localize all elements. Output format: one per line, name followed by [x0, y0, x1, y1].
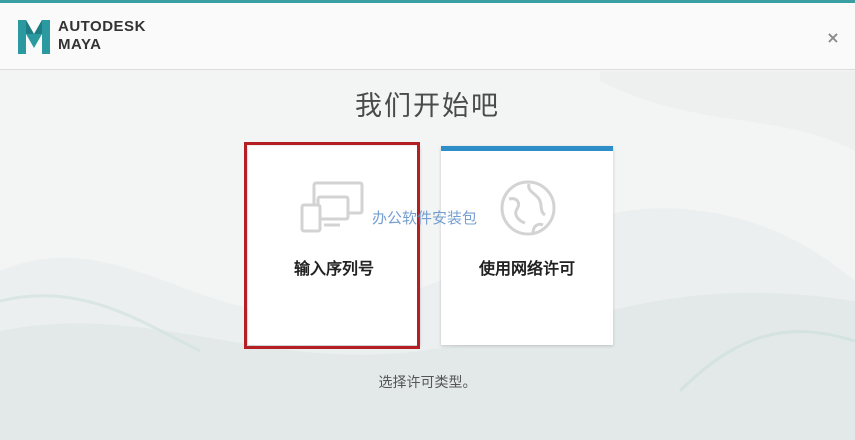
- page-title: 我们开始吧: [355, 91, 500, 122]
- card-accent-bar: [441, 146, 613, 151]
- close-icon[interactable]: ×: [823, 28, 843, 48]
- license-dialog: AUTODESK MAYA × 我们开始吧 输入序列号 使用网络许可 办公软件安…: [0, 0, 855, 440]
- license-type-instruction: 选择许可类型。: [378, 375, 477, 391]
- maya-logo-icon: [18, 20, 50, 54]
- brand-line-autodesk: AUTODESK: [58, 18, 146, 35]
- brand-line-maya: MAYA: [58, 36, 102, 53]
- brand-name: AUTODESK MAYA: [58, 18, 146, 53]
- devices-icon: [300, 181, 364, 233]
- header: AUTODESK MAYA ×: [0, 3, 855, 70]
- use-network-license-card[interactable]: 使用网络许可: [441, 146, 613, 345]
- watermark-text: 办公软件安装包: [372, 209, 478, 227]
- enter-serial-number-label: 输入序列号: [293, 259, 374, 278]
- network-globe-icon: [500, 180, 556, 236]
- use-network-license-label: 使用网络许可: [478, 259, 575, 278]
- enter-serial-number-card[interactable]: 输入序列号: [248, 146, 420, 345]
